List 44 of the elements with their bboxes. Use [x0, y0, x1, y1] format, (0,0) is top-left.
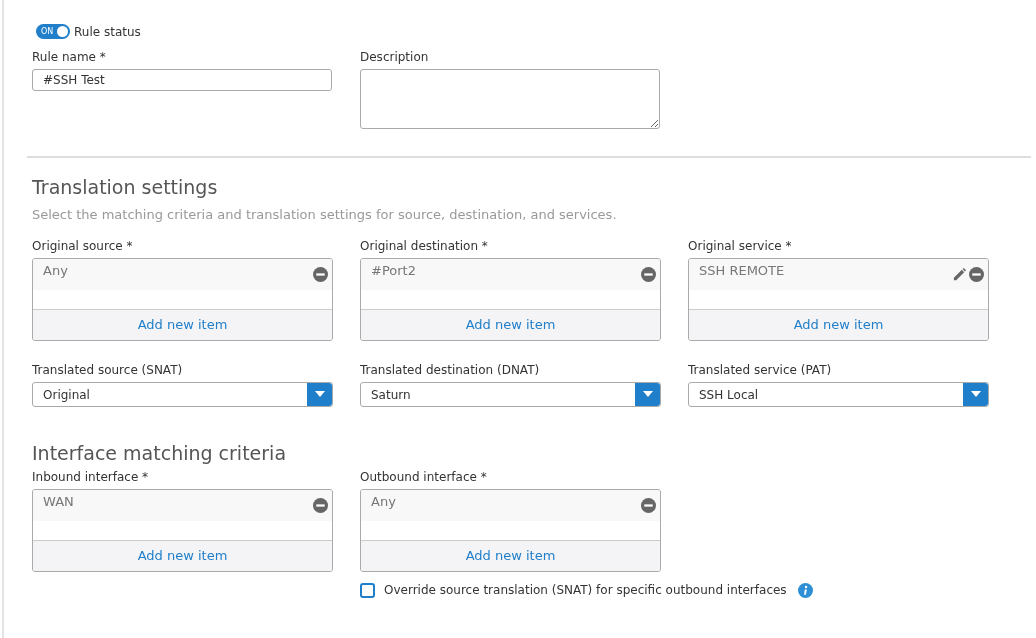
- section-heading: Interface matching criteria: [32, 440, 288, 465]
- field-label: Description: [360, 50, 430, 64]
- rule-name-input[interactable]: #SSH Test: [32, 69, 332, 91]
- checkbox[interactable]: [360, 582, 375, 598]
- add-item-button[interactable]: Add new item: [361, 539, 660, 571]
- dropdown-select[interactable]: Saturn: [360, 381, 661, 407]
- remove-icon[interactable]: [969, 266, 984, 282]
- caret-icon: [642, 391, 653, 397]
- add-item-button[interactable]: Add new item: [33, 308, 332, 340]
- remove-icon[interactable]: [641, 497, 656, 513]
- list-item: WAN: [43, 492, 75, 511]
- add-item-button[interactable]: Add new item: [33, 539, 332, 571]
- list-item: SSH REMOTE: [699, 261, 786, 280]
- section-description: Select the matching criteria and translation settings for source, destination, and services.: [32, 206, 618, 224]
- field-label: Rule name *: [32, 50, 107, 64]
- info-icon[interactable]: [797, 582, 813, 598]
- remove-icon[interactable]: [641, 266, 656, 282]
- rule-status-label: Rule status: [74, 24, 141, 39]
- dropdown-toggle-button[interactable]: [963, 382, 988, 406]
- checkbox-label: Override source translation (SNAT) for specific outbound interfaces: [384, 583, 787, 597]
- list-item: Any: [371, 492, 397, 511]
- dropdown-toggle-button[interactable]: [307, 382, 332, 406]
- field-label: Translated source (SNAT): [32, 362, 184, 377]
- remove-icon[interactable]: [313, 497, 328, 513]
- field-label: Original source *: [32, 238, 134, 253]
- caret-icon: [970, 391, 981, 397]
- remove-icon[interactable]: [313, 266, 328, 282]
- dropdown-select[interactable]: SSH Local: [688, 381, 989, 407]
- section-heading: Translation settings: [32, 175, 219, 199]
- list-item: Any: [43, 261, 69, 280]
- list-item: #Port2: [371, 261, 417, 280]
- caret-icon: [314, 391, 325, 397]
- field-label: Translated destination (DNAT): [360, 362, 541, 377]
- pencil-icon[interactable]: [952, 266, 967, 282]
- field-label: Inbound interface *: [32, 469, 150, 484]
- field-label: Original destination *: [360, 238, 489, 253]
- add-item-button[interactable]: Add new item: [361, 308, 660, 340]
- add-item-button[interactable]: Add new item: [689, 308, 988, 340]
- field-label: Original service *: [688, 238, 793, 253]
- toggle-switch[interactable]: ON: [36, 24, 70, 39]
- dropdown-select[interactable]: Original: [32, 381, 333, 407]
- field-label: Translated service (PAT): [688, 362, 833, 377]
- dropdown-toggle-button[interactable]: [635, 382, 660, 406]
- field-label: Outbound interface *: [360, 469, 488, 484]
